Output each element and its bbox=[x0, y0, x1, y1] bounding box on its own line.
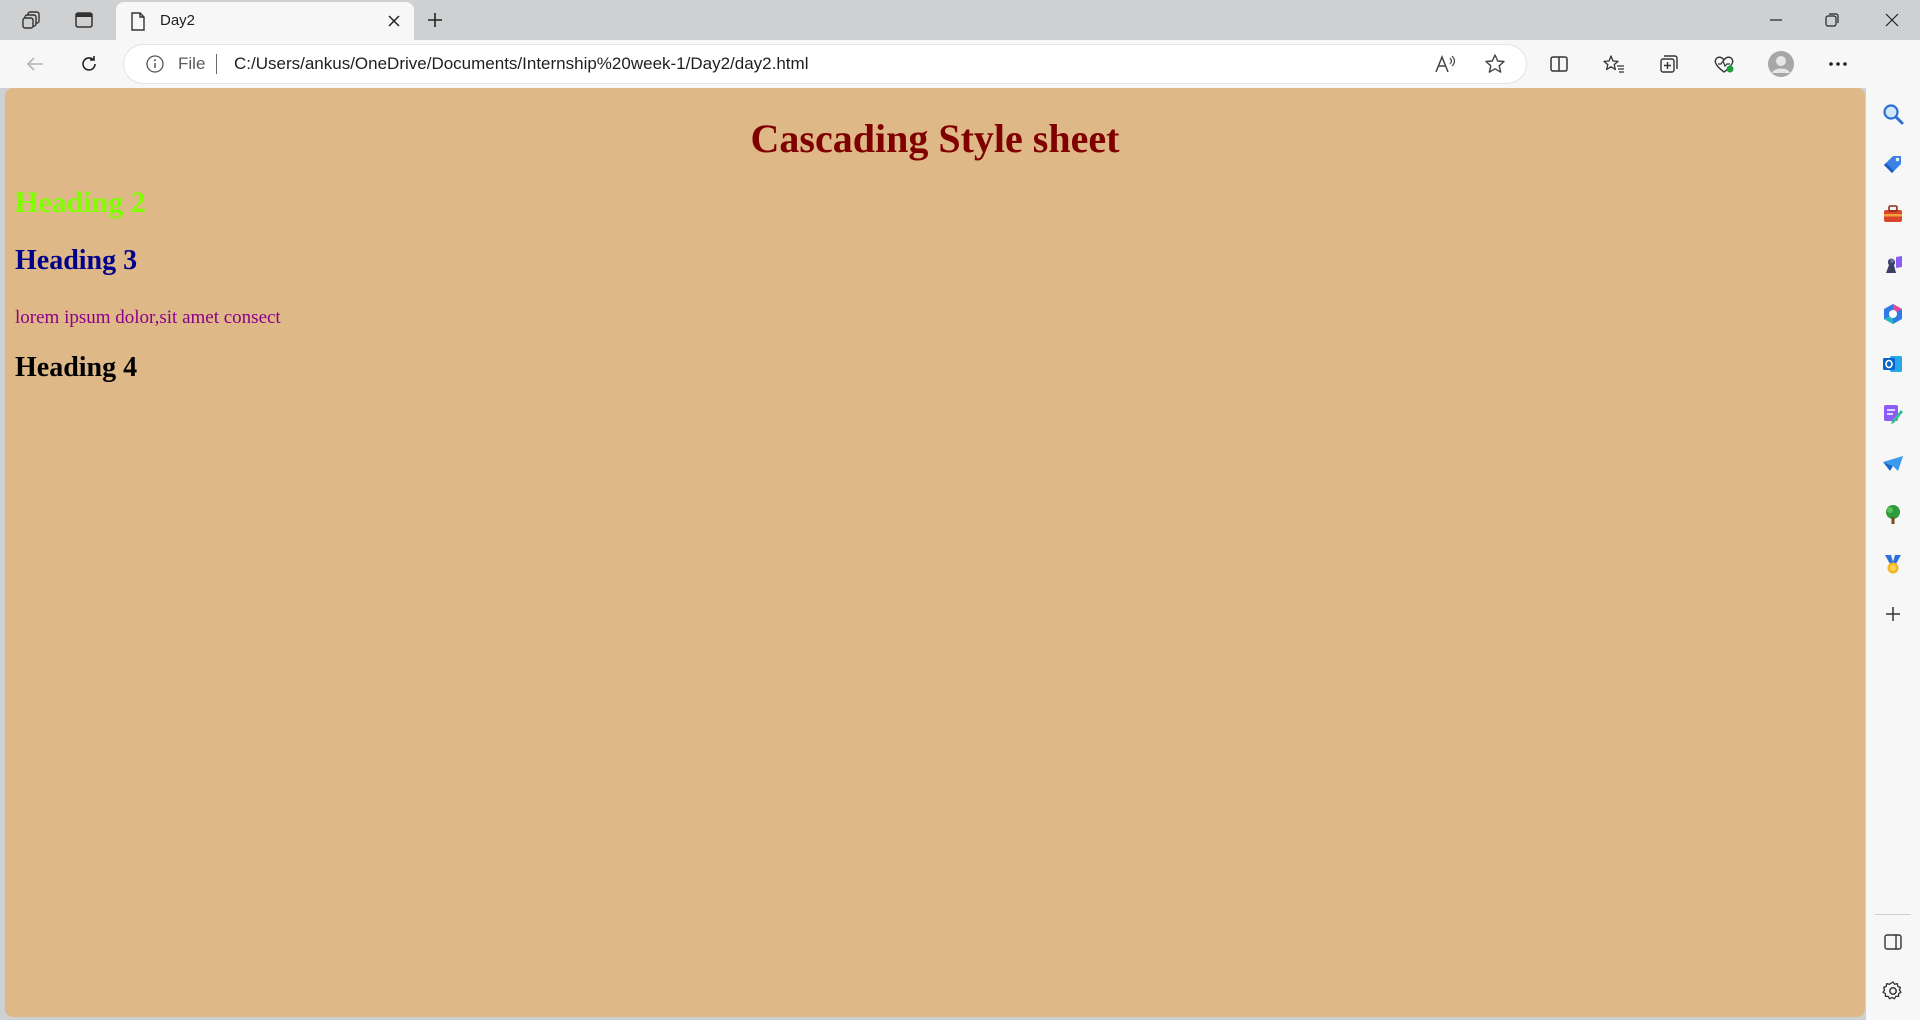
restore-icon bbox=[1825, 13, 1839, 27]
sidebar-drop-button[interactable] bbox=[1877, 448, 1909, 480]
microsoft-365-icon bbox=[1884, 304, 1902, 324]
add-icon bbox=[1886, 607, 1900, 621]
tab-close-button[interactable] bbox=[382, 9, 406, 33]
close-window-button[interactable] bbox=[1864, 0, 1920, 40]
sidebar-shopping-button[interactable] bbox=[1877, 148, 1909, 180]
sidebar-tools-button[interactable] bbox=[1877, 198, 1909, 230]
minimize-button[interactable] bbox=[1748, 0, 1804, 40]
shopping-icon bbox=[1884, 156, 1901, 173]
scheme-label: File bbox=[178, 54, 206, 73]
sidebar-add-button[interactable] bbox=[1877, 598, 1909, 630]
favorite-star-icon bbox=[1485, 54, 1505, 73]
back-icon bbox=[26, 57, 43, 71]
address-bar[interactable]: File C:/Users/ankus/OneDrive/Documents/I… bbox=[124, 45, 1526, 83]
search-icon bbox=[1883, 104, 1904, 125]
address-separator bbox=[216, 54, 217, 74]
minimize-icon bbox=[1770, 19, 1782, 21]
workspaces-button[interactable] bbox=[15, 5, 49, 35]
info-icon[interactable] bbox=[146, 55, 164, 73]
sidebar-microsoft-365-button[interactable] bbox=[1877, 298, 1909, 330]
collections-icon bbox=[1660, 55, 1678, 73]
tab-title: Day2 bbox=[160, 12, 196, 29]
page-viewport: Cascading Style sheet Heading 2 Heading … bbox=[5, 88, 1865, 1017]
vertical-tabs-icon bbox=[75, 12, 93, 28]
designer-icon bbox=[1884, 405, 1903, 424]
games-icon bbox=[1886, 256, 1902, 273]
refresh-icon bbox=[82, 56, 96, 71]
tab-strip: Day2 bbox=[0, 0, 1920, 40]
close-window-icon bbox=[1885, 13, 1899, 27]
sidebar-designer-button[interactable] bbox=[1877, 398, 1909, 430]
hide-sidebar-button[interactable] bbox=[1877, 926, 1909, 958]
tree-icon bbox=[1886, 505, 1900, 524]
more-button[interactable] bbox=[1820, 47, 1856, 81]
tools-icon bbox=[1884, 205, 1902, 222]
page-paragraph: lorem ipsum dolor,sit amet consect bbox=[15, 307, 281, 328]
profile-button[interactable] bbox=[1763, 47, 1799, 81]
url-text[interactable]: C:/Users/ankus/OneDrive/Documents/Intern… bbox=[234, 54, 808, 74]
sidebar-outlook-button[interactable] bbox=[1877, 348, 1909, 380]
favorites-icon bbox=[1603, 55, 1624, 73]
profile-avatar-icon bbox=[1768, 51, 1794, 77]
page-heading-2: Heading 2 bbox=[15, 186, 146, 219]
hide-sidebar-icon bbox=[1884, 934, 1902, 950]
sidebar-search-button[interactable] bbox=[1877, 98, 1909, 130]
sidebar-settings-button[interactable] bbox=[1877, 975, 1909, 1007]
drop-icon bbox=[1883, 456, 1903, 471]
sidebar-games-button[interactable] bbox=[1877, 248, 1909, 280]
page-heading-3: Heading 3 bbox=[15, 245, 138, 276]
refresh-button[interactable] bbox=[71, 47, 107, 81]
more-icon bbox=[1829, 62, 1847, 66]
collections-button[interactable] bbox=[1651, 47, 1687, 81]
new-tab-icon bbox=[428, 13, 442, 27]
outlook-icon bbox=[1883, 356, 1902, 372]
page-heading-4: Heading 4 bbox=[15, 352, 138, 383]
back-button[interactable] bbox=[17, 47, 53, 81]
workspaces-icon bbox=[22, 11, 40, 29]
close-icon bbox=[388, 15, 400, 27]
favorite-star-button[interactable] bbox=[1480, 52, 1510, 76]
sidebar-rewards-button[interactable] bbox=[1877, 548, 1909, 580]
split-screen-button[interactable] bbox=[1541, 47, 1577, 81]
read-aloud-icon bbox=[1435, 54, 1456, 73]
read-aloud-button[interactable] bbox=[1430, 52, 1460, 76]
page-heading-1: Cascading Style sheet bbox=[750, 116, 1120, 161]
sidebar-tree-button[interactable] bbox=[1877, 498, 1909, 530]
split-screen-icon bbox=[1550, 56, 1568, 72]
page-icon bbox=[131, 12, 145, 31]
favorites-button[interactable] bbox=[1596, 47, 1632, 81]
sidebar-divider bbox=[1875, 914, 1911, 915]
vertical-tabs-button[interactable] bbox=[67, 5, 101, 35]
rewards-icon bbox=[1885, 555, 1901, 574]
restore-button[interactable] bbox=[1804, 0, 1860, 40]
new-tab-button[interactable] bbox=[418, 5, 452, 35]
navigation-toolbar: File C:/Users/ankus/OneDrive/Documents/I… bbox=[0, 40, 1920, 88]
browser-essentials-icon bbox=[1714, 56, 1734, 73]
edge-sidebar bbox=[1866, 40, 1920, 1020]
settings-icon bbox=[1882, 981, 1902, 1000]
tab-day2[interactable]: Day2 bbox=[116, 2, 414, 40]
browser-essentials-button[interactable] bbox=[1706, 47, 1742, 81]
